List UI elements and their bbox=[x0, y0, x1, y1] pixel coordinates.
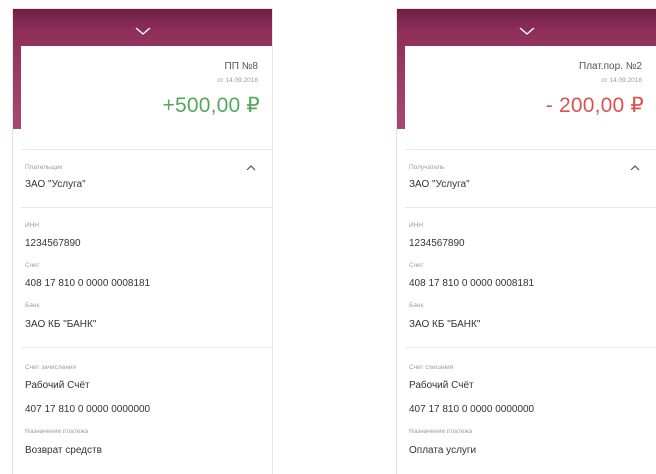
credit-account-number: 407 17 810 0 0000 0000000 bbox=[25, 404, 151, 415]
inn-label: ИНН bbox=[409, 222, 424, 229]
inn-label: ИНН bbox=[25, 222, 40, 229]
debit-account-number: 407 17 810 0 0000 0000000 bbox=[409, 404, 535, 415]
payment-card: ПП №8 от 14.09.2018 +500,00 ₽ Плательщик… bbox=[21, 46, 272, 474]
party-label: Получатель bbox=[409, 164, 445, 171]
bank-label: Банк bbox=[25, 302, 40, 309]
party-value: ЗАО "Услуга" bbox=[25, 179, 86, 190]
account-value: 408 17 810 0 0000 0008181 bbox=[409, 278, 535, 289]
purpose-label: Назначение платежа bbox=[409, 428, 473, 435]
bank-label: Банк bbox=[409, 302, 424, 309]
account-label: Счет bbox=[409, 262, 424, 269]
debit-account-label: Счет списания bbox=[409, 364, 454, 371]
document-number: Плат.пор. №2 bbox=[579, 61, 642, 72]
details-section: ИНН 1234567890 Счет 408 17 810 0 0000 00… bbox=[21, 208, 272, 348]
payment-screen-incoming: ПП №8 от 14.09.2018 +500,00 ₽ Плательщик… bbox=[13, 9, 272, 474]
account-value: 408 17 810 0 0000 0008181 bbox=[25, 278, 151, 289]
payment-summary: Плат.пор. №2 от 14.09.2018 - 200,00 ₽ bbox=[405, 46, 656, 150]
purpose-value: Оплата услуги bbox=[409, 445, 477, 456]
payment-summary: ПП №8 от 14.09.2018 +500,00 ₽ bbox=[21, 46, 272, 150]
purpose-value: Возврат средств bbox=[25, 445, 102, 456]
payment-screen-outgoing: Плат.пор. №2 от 14.09.2018 - 200,00 ₽ По… bbox=[397, 9, 656, 474]
inn-value: 1234567890 bbox=[25, 238, 81, 249]
credit-account-name: Рабочий Счёт bbox=[25, 380, 90, 391]
payment-amount: +500,00 ₽ bbox=[162, 94, 260, 117]
chevron-down-icon bbox=[135, 27, 150, 35]
debit-account-name: Рабочий Счёт bbox=[409, 380, 474, 391]
chevron-up-icon[interactable] bbox=[628, 163, 642, 173]
collapse-button[interactable] bbox=[13, 21, 272, 41]
party-value: ЗАО "Услуга" bbox=[409, 179, 470, 190]
credit-account-label: Счет зачисления bbox=[25, 364, 77, 371]
purpose-label: Назначение платежа bbox=[25, 428, 89, 435]
party-section: Плательщик ЗАО "Услуга" bbox=[21, 150, 272, 208]
chevron-up-icon[interactable] bbox=[244, 163, 258, 173]
inn-value: 1234567890 bbox=[409, 238, 465, 249]
party-section: Получатель ЗАО "Услуга" bbox=[405, 150, 656, 208]
party-label: Плательщик bbox=[25, 164, 63, 171]
collapse-button[interactable] bbox=[397, 21, 656, 41]
document-date: от 14.09.2018 bbox=[217, 77, 258, 84]
payment-amount: - 200,00 ₽ bbox=[545, 94, 644, 117]
document-date: от 14.09.2018 bbox=[601, 77, 642, 84]
details-section: ИНН 1234567890 Счет 408 17 810 0 0000 00… bbox=[405, 208, 656, 348]
payment-card: Плат.пор. №2 от 14.09.2018 - 200,00 ₽ По… bbox=[405, 46, 656, 474]
bank-value: ЗАО КБ "БАНК" bbox=[409, 319, 481, 330]
account-label: Счет bbox=[25, 262, 40, 269]
bank-value: ЗАО КБ "БАНК" bbox=[25, 319, 97, 330]
document-number: ПП №8 bbox=[224, 61, 258, 72]
chevron-down-icon bbox=[519, 27, 534, 35]
